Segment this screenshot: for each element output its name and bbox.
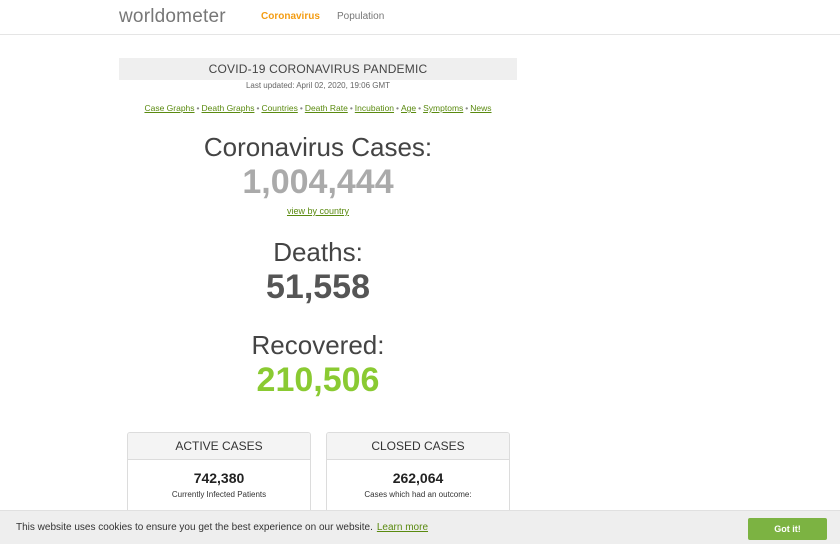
cookie-message: This website uses cookies to ensure you … [16,522,428,534]
active-cases-count: 742,380 [193,470,245,486]
cases-count: 1,004,444 [242,163,394,201]
link-news[interactable]: News [470,103,491,113]
link-symptoms[interactable]: Symptoms [423,103,463,113]
top-nav-bar: worldometer Coronavirus Population [0,0,840,35]
closed-cases-subtitle: Cases which had an outcome: [364,490,472,499]
page-title: COVID-19 CORONAVIRUS PANDEMIC [119,58,517,80]
link-separator: • [349,103,353,113]
deaths-label: Deaths: [273,237,363,267]
learn-more-link[interactable]: Learn more [377,522,428,533]
link-countries[interactable]: Countries [261,103,297,113]
logo-text-end: meter [176,6,226,27]
cases-section: Coronavirus Cases: 1,004,444 view by cou… [119,132,517,217]
link-separator: • [299,103,303,113]
deaths-section: Deaths: 51,558 [119,237,517,307]
link-separator: • [196,103,200,113]
view-by-country-link[interactable]: view by country [287,206,349,216]
got-it-button[interactable]: Got it! [748,518,827,540]
link-incubation[interactable]: Incubation [355,103,394,113]
nav-coronavirus[interactable]: Coronavirus [261,11,320,23]
nav-population[interactable]: Population [337,11,384,23]
last-updated-text: Last updated: April 02, 2020, 19:06 GMT [245,81,391,90]
recovered-label: Recovered: [251,330,385,360]
link-case-graphs[interactable]: Case Graphs [144,103,194,113]
closed-cases-title: CLOSED CASES [327,433,509,460]
worldometer-logo[interactable]: worldometer [119,6,226,28]
cookie-consent-bar: This website uses cookies to ensure you … [0,510,840,544]
link-separator: • [396,103,400,113]
active-cases-title: ACTIVE CASES [128,433,310,460]
recovered-count: 210,506 [256,361,380,399]
cookie-text: This website uses cookies to ensure you … [16,522,373,533]
deaths-count: 51,558 [266,268,370,306]
link-death-rate[interactable]: Death Rate [305,103,348,113]
logo-text-start: worldo [119,6,177,27]
cases-label: Coronavirus Cases: [203,132,433,162]
section-links: Case Graphs • Death Graphs • Countries • Death… [119,102,517,114]
recovered-section: Recovered: 210,506 [119,330,517,400]
closed-cases-count: 262,064 [392,470,444,486]
link-age[interactable]: Age [401,103,416,113]
link-death-graphs[interactable]: Death Graphs [202,103,255,113]
active-cases-subtitle: Currently Infected Patients [171,490,267,499]
